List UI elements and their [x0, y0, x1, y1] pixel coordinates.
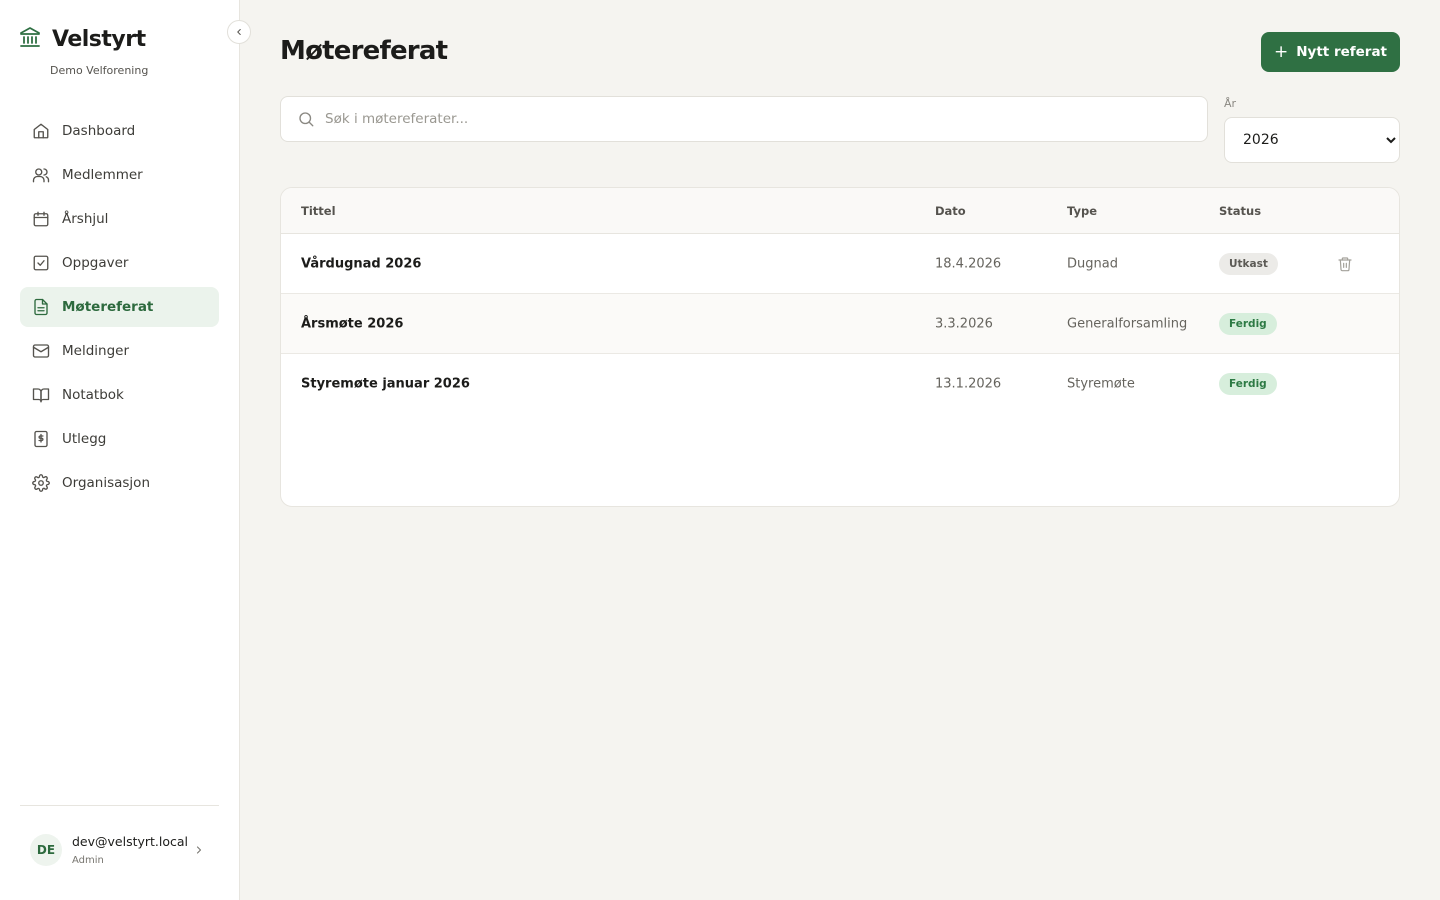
row-status: Utkast: [1219, 252, 1278, 275]
plus-icon: +: [1273, 42, 1289, 62]
users-icon: [32, 166, 50, 184]
sidebar-divider: [20, 805, 219, 806]
gear-icon: [32, 474, 50, 492]
sidebar-item-annual-wheel[interactable]: Årshjul: [20, 199, 219, 239]
row-title: Vårdugnad 2026: [301, 256, 422, 271]
home-icon: [32, 122, 50, 140]
bank-icon: [20, 26, 40, 52]
column-header-status[interactable]: Status: [1219, 204, 1261, 218]
calendar-icon: [32, 210, 50, 228]
brand[interactable]: Velstyrt: [20, 26, 146, 52]
mail-icon: [32, 342, 50, 360]
sidebar-item-label: Medlemmer: [62, 167, 143, 183]
status-badge: Ferdig: [1219, 312, 1277, 335]
sidebar-item-label: Meldinger: [62, 343, 130, 359]
sidebar-item-tasks[interactable]: Oppgaver: [20, 243, 219, 283]
row-title: Styremøte januar 2026: [301, 376, 470, 392]
sidebar-item-expenses[interactable]: Utlegg: [20, 419, 219, 459]
user-email: dev@velstyrt.local: [72, 834, 189, 849]
year-filter-label: År: [1224, 97, 1237, 110]
trash-icon[interactable]: [1337, 256, 1353, 272]
status-badge: Utkast: [1219, 252, 1278, 275]
checkbox-icon: [32, 254, 50, 272]
table-header: Tittel Dato Type Status: [281, 188, 1399, 234]
sidebar-item-notebook[interactable]: Notatbok: [20, 375, 219, 415]
collapse-sidebar-button[interactable]: [227, 20, 251, 44]
sidebar-item-messages[interactable]: Meldinger: [20, 331, 219, 371]
search-icon: [297, 110, 315, 128]
table-row[interactable]: Styremøte januar 2026 13.1.2026 Styremøt…: [281, 354, 1399, 414]
sidebar-item-meeting-minutes[interactable]: Møtereferat: [20, 287, 219, 327]
sidebar-nav: Dashboard Medlemmer Årshjul Oppgaver Møt…: [20, 111, 219, 507]
column-header-title[interactable]: Tittel: [301, 204, 336, 218]
user-menu[interactable]: DE dev@velstyrt.local Admin: [20, 820, 219, 880]
row-title: Årsmøte 2026: [301, 316, 404, 331]
row-date: 3.3.2026: [935, 316, 993, 331]
book-icon: [32, 386, 50, 404]
search-box: [280, 96, 1208, 142]
chevron-right-icon: [193, 841, 205, 860]
table-row[interactable]: Årsmøte 2026 3.3.2026 Generalforsamling …: [281, 294, 1399, 354]
row-type: Styremøte: [1067, 376, 1135, 392]
row-status: Ferdig: [1219, 312, 1277, 335]
document-icon: [32, 298, 50, 316]
table-row[interactable]: Vårdugnad 2026 18.4.2026 Dugnad Utkast: [281, 234, 1399, 294]
sidebar-item-label: Møtereferat: [62, 299, 154, 315]
column-header-date[interactable]: Dato: [935, 204, 966, 218]
page-title: Møtereferat: [280, 36, 448, 66]
sidebar-item-members[interactable]: Medlemmer: [20, 155, 219, 195]
sidebar-item-dashboard[interactable]: Dashboard: [20, 111, 219, 151]
sidebar-item-label: Utlegg: [62, 431, 107, 447]
column-header-type[interactable]: Type: [1067, 204, 1097, 218]
sidebar-item-label: Organisasjon: [62, 475, 150, 491]
row-type: Dugnad: [1067, 256, 1118, 271]
row-type: Generalforsamling: [1067, 316, 1188, 331]
brand-name: Velstyrt: [52, 26, 146, 52]
status-badge: Ferdig: [1219, 373, 1277, 395]
user-role: Admin: [72, 855, 104, 866]
sidebar-item-organization[interactable]: Organisasjon: [20, 463, 219, 503]
avatar: DE: [30, 834, 62, 866]
organization-name: Demo Velforening: [50, 64, 149, 77]
minutes-table: Tittel Dato Type Status Vårdugnad 2026 1…: [280, 187, 1400, 507]
sidebar-item-label: Årshjul: [62, 211, 109, 227]
chevron-left-icon: [234, 27, 244, 37]
row-status: Ferdig: [1219, 373, 1277, 395]
sidebar: Velstyrt Demo Velforening Dashboard Medl…: [0, 0, 240, 900]
sidebar-item-label: Oppgaver: [62, 255, 129, 271]
search-input[interactable]: [325, 111, 1207, 127]
year-select[interactable]: 2026: [1224, 117, 1400, 163]
receipt-icon: [32, 430, 50, 448]
row-date: 13.1.2026: [935, 376, 1002, 392]
new-minutes-label: Nytt referat: [1296, 44, 1388, 60]
sidebar-item-label: Dashboard: [62, 123, 136, 139]
new-minutes-button[interactable]: + Nytt referat: [1261, 32, 1400, 72]
row-date: 18.4.2026: [935, 256, 1002, 271]
sidebar-item-label: Notatbok: [62, 387, 124, 403]
